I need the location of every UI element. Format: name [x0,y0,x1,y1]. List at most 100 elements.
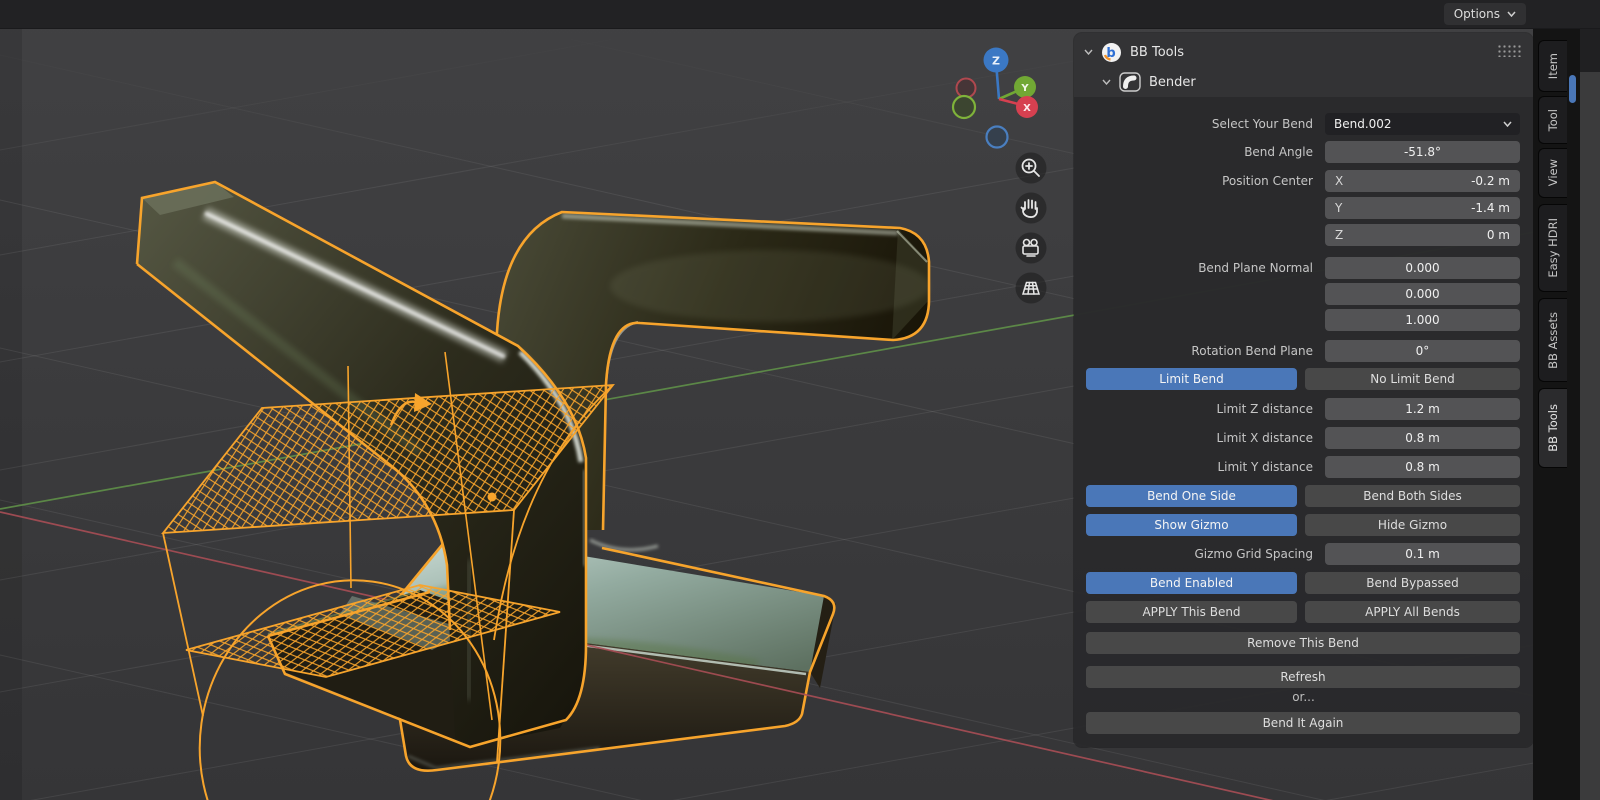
or-text: or... [1292,690,1315,704]
bend-both-sides-button[interactable]: Bend Both Sides [1305,485,1520,507]
right-edge-region [1580,72,1600,800]
limit-bend-button[interactable]: Limit Bend [1086,368,1297,390]
chevron-down-icon [1102,79,1111,85]
tab-tool-label: Tool [1546,108,1560,132]
bend-bypassed-button[interactable]: Bend Bypassed [1305,572,1520,594]
tab-tool[interactable]: Tool [1538,96,1567,144]
position-center-z-row: Z 0 m [1074,224,1533,246]
tab-item-label: Item [1546,52,1560,80]
zoom-button[interactable] [1015,152,1047,184]
tab-easy-hdri[interactable]: Easy HDRI [1538,204,1567,292]
rotation-bend-plane-row: Rotation Bend Plane 0° [1074,340,1533,362]
viewport-header-bar: Options [0,0,1600,29]
pan-button[interactable] [1015,192,1047,224]
axis-neg-z-ball[interactable] [985,125,1009,149]
position-x-value: -0.2 m [1471,174,1510,188]
panel-header: b BB Tools Bender [1074,33,1533,97]
gizmo-grid-spacing-label: Gizmo Grid Spacing [1194,547,1313,561]
rotation-bend-plane-label: Rotation Bend Plane [1191,344,1313,358]
limit-bend-row: Limit Bend No Limit Bend [1074,368,1533,390]
tab-view-label: View [1546,159,1560,187]
limit-y-label: Limit Y distance [1217,460,1313,474]
gizmo-grid-spacing-field[interactable]: 0.1 m [1325,543,1520,565]
options-button[interactable]: Options [1443,3,1526,25]
select-bend-row: Select Your Bend Bend.002 [1074,113,1533,135]
remove-this-bend-button[interactable]: Remove This Bend [1086,632,1520,654]
bend-it-again-button[interactable]: Bend It Again [1086,712,1520,734]
show-gizmo-button[interactable]: Show Gizmo [1086,514,1297,536]
limit-y-row: Limit Y distance 0.8 m [1074,456,1533,478]
bb-tools-panel: b BB Tools Bender Select Your Bend Bend.… [1074,33,1533,747]
position-center-label: Position Center [1222,174,1313,188]
gizmo-grid-spacing-row: Gizmo Grid Spacing 0.1 m [1074,543,1533,565]
sidebar-scrollbar[interactable] [1569,75,1576,103]
right-edge-top [1580,28,1600,72]
bend-plane-normal-row-3: 1.000 [1074,309,1533,331]
axis-neg-x-ball[interactable] [955,77,977,99]
position-y-field[interactable]: Y -1.4 m [1325,197,1520,219]
position-y-value: -1.4 m [1471,201,1510,215]
apply-this-bend-button[interactable]: APPLY This Bend [1086,601,1297,623]
axis-y-label: Y [1020,83,1029,94]
bend-gizmo-handle-dot[interactable] [487,492,497,502]
bend-angle-field[interactable]: -51.8° [1325,141,1520,163]
panel-drag-grip[interactable] [1497,44,1521,57]
bend-side-row: Bend One Side Bend Both Sides [1074,485,1533,507]
position-z-field[interactable]: Z 0 m [1325,224,1520,246]
axis-y-prefix: Y [1335,201,1343,215]
limit-x-field[interactable]: 0.8 m [1325,427,1520,449]
select-bend-dropdown[interactable]: Bend.002 [1325,113,1520,135]
bend-again-row: Bend It Again [1074,712,1533,734]
select-bend-label: Select Your Bend [1211,117,1313,131]
camera-button[interactable] [1015,232,1047,264]
limit-z-field[interactable]: 1.2 m [1325,398,1520,420]
tab-view[interactable]: View [1538,148,1567,198]
viewport-left-shade [0,0,22,800]
position-x-field[interactable]: X -0.2 m [1325,170,1520,192]
bend-enabled-button[interactable]: Bend Enabled [1086,572,1297,594]
apply-all-bends-button[interactable]: APPLY All Bends [1305,601,1520,623]
limit-y-field[interactable]: 0.8 m [1325,456,1520,478]
refresh-button[interactable]: Refresh [1086,666,1520,688]
no-limit-bend-button[interactable]: No Limit Bend [1305,368,1520,390]
bend-plane-normal-row-2: 0.000 [1074,283,1533,305]
sidebar-tab-strip: Item Tool View Easy HDRI BB Assets BB To… [1533,28,1580,800]
bend-plane-normal-row-1: Bend Plane Normal 0.000 [1074,257,1533,279]
bb-tools-logo-icon: b [1102,42,1121,62]
axis-z-prefix: Z [1335,228,1344,242]
tab-item[interactable]: Item [1538,40,1567,92]
bend-plane-normal-z-field[interactable]: 1.000 [1325,309,1520,331]
axis-x-label: X [1023,103,1031,114]
grid-view-button[interactable] [1015,272,1047,304]
bend-plane-normal-y-field[interactable]: 0.000 [1325,283,1520,305]
bb-tools-header-row[interactable]: b BB Tools [1084,41,1184,63]
rotation-bend-plane-field[interactable]: 0° [1325,340,1520,362]
bend-angle-row: Bend Angle -51.8° [1074,141,1533,163]
refresh-row: Refresh [1074,666,1533,688]
bend-angle-label: Bend Angle [1244,145,1313,159]
axis-z-label: Z [992,55,1000,68]
chevron-down-icon [1084,49,1093,55]
chevron-down-icon [1507,11,1516,17]
bender-header-row[interactable]: Bender [1102,71,1196,93]
select-bend-value: Bend.002 [1334,117,1392,131]
limit-x-row: Limit X distance 0.8 m [1074,427,1533,449]
tab-easy-hdri-label: Easy HDRI [1546,218,1560,278]
tab-bb-assets[interactable]: BB Assets [1538,298,1567,382]
hide-gizmo-button[interactable]: Hide Gizmo [1305,514,1520,536]
tab-bb-tools[interactable]: BB Tools [1538,388,1567,468]
remove-bend-row: Remove This Bend [1074,632,1533,654]
options-label: Options [1453,7,1500,21]
bend-enabled-row: Bend Enabled Bend Bypassed [1074,572,1533,594]
position-z-value: 0 m [1486,228,1510,242]
tab-bb-assets-label: BB Assets [1546,311,1560,369]
axis-neg-y-ball[interactable] [951,94,977,120]
subpanel-title: Bender [1149,74,1196,90]
tab-bb-tools-label: BB Tools [1546,404,1560,452]
axis-x-prefix: X [1335,174,1344,188]
limit-z-row: Limit Z distance 1.2 m [1074,398,1533,420]
limit-z-label: Limit Z distance [1216,402,1313,416]
bend-one-side-button[interactable]: Bend One Side [1086,485,1297,507]
bender-icon [1119,72,1141,92]
bend-plane-normal-x-field[interactable]: 0.000 [1325,257,1520,279]
